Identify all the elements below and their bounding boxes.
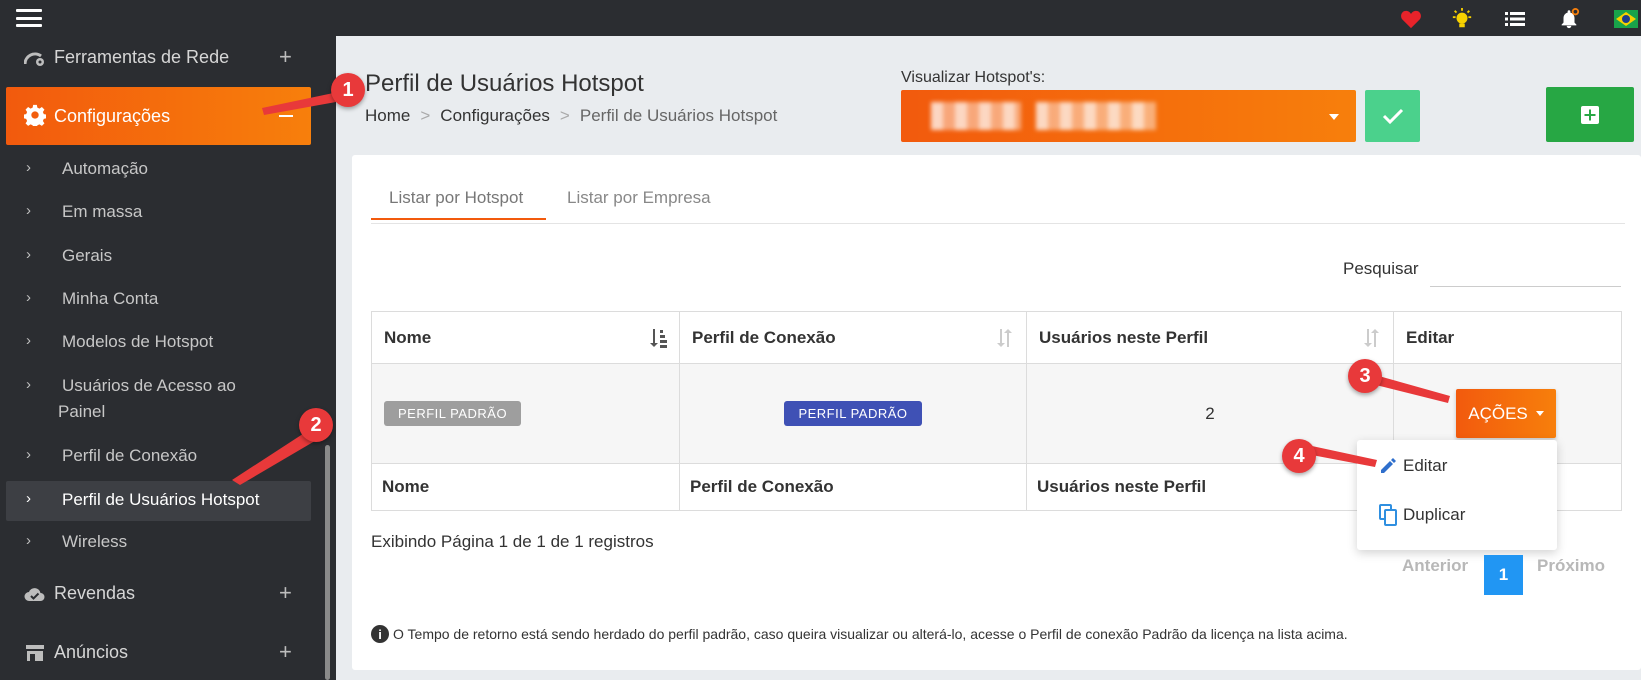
annotation-marker-1: 1	[331, 73, 365, 107]
annotation-marker-3: 3	[1348, 359, 1382, 393]
annotation-marker-2: 2	[299, 408, 333, 442]
annotation-arrows	[232, 91, 1450, 485]
annotation-marker-4: 4	[1282, 439, 1316, 473]
